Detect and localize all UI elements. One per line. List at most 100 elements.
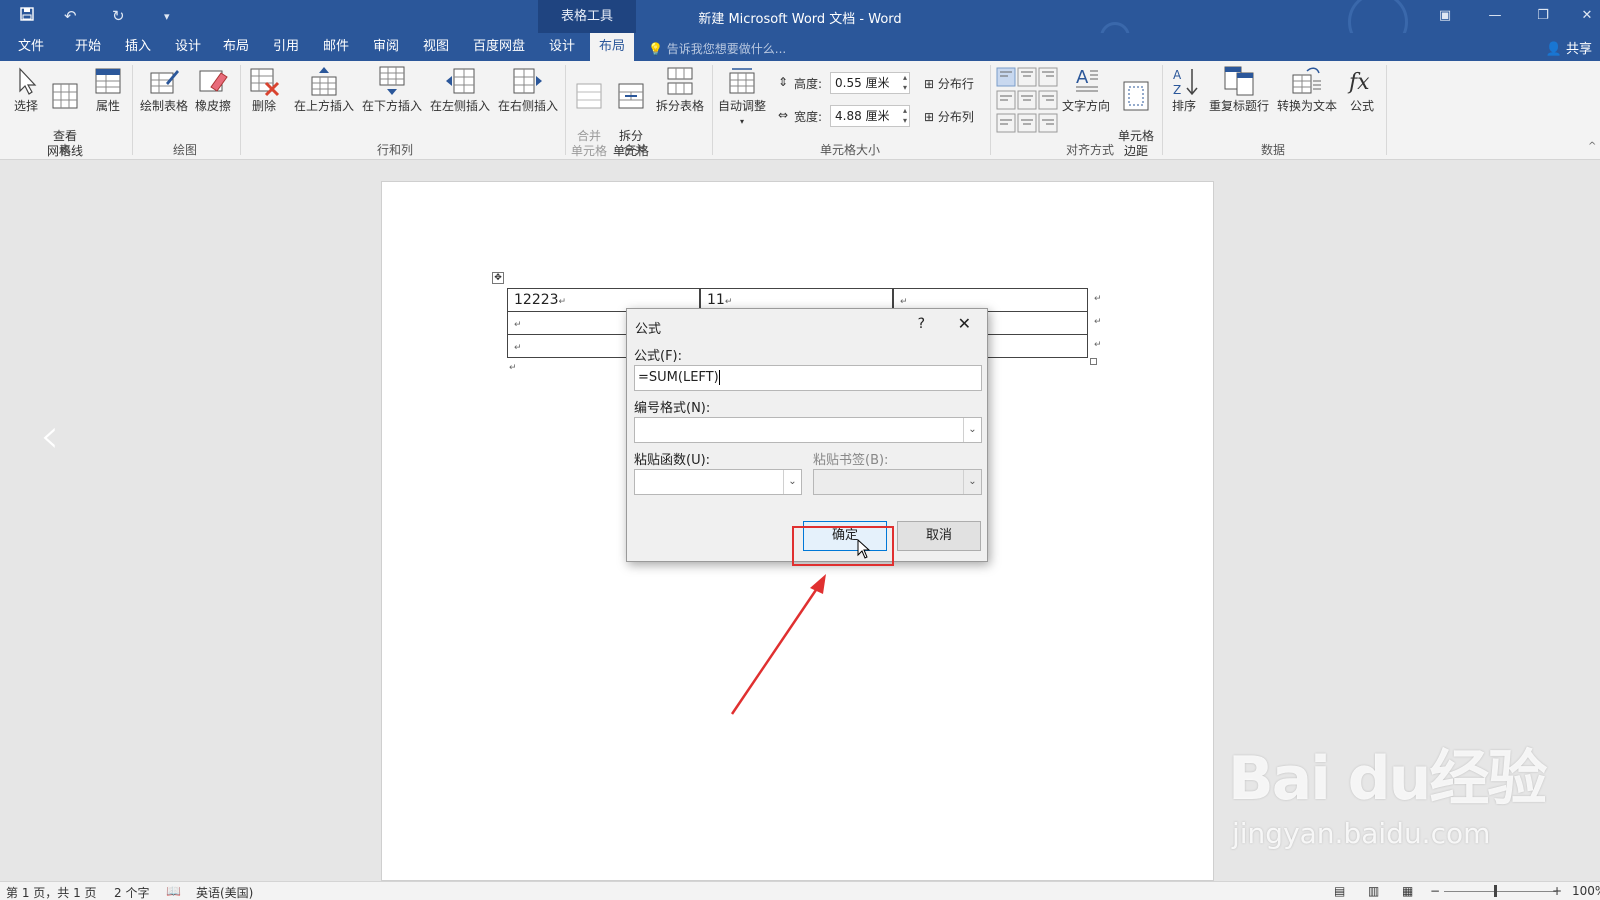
number-format-dropdown[interactable]: ⌄ [634, 417, 982, 443]
paste-bookmark-dropdown[interactable]: ⌄ [813, 469, 982, 495]
cancel-button[interactable]: 取消 [897, 521, 981, 551]
sort-button[interactable]: AZ 排序 [1166, 65, 1202, 114]
tell-me-search[interactable]: 💡 告诉我您想要做什么... [648, 40, 786, 57]
redo-icon[interactable]: ↻ [112, 7, 125, 25]
group-separator [240, 65, 241, 155]
delete-button[interactable]: 删除 [246, 65, 282, 114]
group-label-alignment: 对齐方式 [1065, 143, 1114, 157]
proofing-icon[interactable]: 📖 [166, 884, 181, 898]
properties-label: 属性 [95, 99, 120, 113]
tab-table-design[interactable]: 设计 [544, 33, 580, 61]
print-layout-icon[interactable]: ▥ [1368, 884, 1379, 898]
web-layout-icon[interactable]: ▦ [1402, 884, 1413, 898]
minimize-icon[interactable]: — [1480, 4, 1510, 28]
page-count[interactable]: 第 1 页，共 1 页 [6, 884, 97, 900]
tab-design[interactable]: 设计 [170, 33, 206, 61]
read-mode-icon[interactable]: ▤ [1334, 884, 1345, 898]
width-value: 4.88 厘米 [835, 109, 890, 123]
tab-file[interactable]: 文件 [14, 33, 48, 61]
chevron-down-icon[interactable]: ⌄ [963, 470, 981, 494]
insert-left-button[interactable]: 在左侧插入 [428, 65, 492, 114]
zoom-slider-thumb[interactable] [1494, 885, 1497, 897]
tab-review[interactable]: 审阅 [368, 33, 404, 61]
tab-references[interactable]: 引用 [268, 33, 304, 61]
language[interactable]: 英语(美国) [196, 884, 253, 900]
group-label-rows-cols: 行和列 [376, 143, 413, 157]
save-icon[interactable] [20, 7, 34, 25]
tab-mailings[interactable]: 邮件 [318, 33, 354, 61]
properties-button[interactable]: 属性 [90, 65, 126, 114]
zoom-out-icon[interactable]: − [1430, 884, 1440, 898]
eraser-icon [199, 70, 228, 92]
chevron-down-icon[interactable]: ⌄ [783, 470, 801, 494]
tab-baidu-netdisk[interactable]: 百度网盘 [468, 33, 530, 61]
spin-arrows-icon[interactable]: ▴ ▾ [903, 106, 907, 126]
svg-text:A: A [1173, 68, 1182, 82]
paragraph-mark-icon: ↵ [514, 320, 522, 330]
ribbon-display-icon[interactable]: ▣ [1430, 4, 1460, 28]
previous-arrow-icon[interactable]: ‹ [40, 408, 59, 464]
repeat-header-rows-button[interactable]: 重复标题行 [1206, 65, 1272, 114]
group-label-cell-size: 单元格大小 [819, 143, 880, 157]
table-properties-icon [95, 68, 121, 94]
paragraph-mark-icon: ↵ [509, 363, 517, 373]
close-window-icon[interactable]: ✕ [1572, 4, 1600, 28]
tab-home[interactable]: 开始 [70, 33, 106, 61]
row-end-mark-icon: ↵ [1094, 340, 1102, 350]
insert-above-button[interactable]: 在上方插入 [292, 65, 356, 114]
table-move-handle-icon[interactable]: ✥ [492, 272, 504, 284]
share-button[interactable]: 👤 共享 [1546, 38, 1592, 57]
zoom-in-icon[interactable]: + [1552, 884, 1562, 898]
zoom-level[interactable]: 100% [1572, 884, 1600, 898]
pencil-table-icon [150, 70, 179, 94]
insert-right-button[interactable]: 在右侧插入 [496, 65, 560, 114]
width-label: 宽度: [794, 110, 823, 124]
tab-table-layout[interactable]: 布局 [590, 33, 634, 61]
close-icon[interactable]: ✕ [958, 314, 971, 333]
word-count[interactable]: 2 个字 [114, 884, 149, 900]
autofit-button[interactable]: 自动调整 ▾ [714, 65, 770, 129]
cell-text: 12223 [514, 292, 559, 308]
undo-icon[interactable]: ↶ [64, 7, 77, 25]
draw-table-button[interactable]: 绘制表格 [138, 65, 190, 114]
spin-arrows-icon[interactable]: ▴ ▾ [903, 73, 907, 93]
text-direction-label: 文字方向 [1061, 99, 1110, 113]
height-stepper[interactable]: 0.55 厘米 ▴ ▾ [830, 72, 910, 94]
text-direction-button[interactable]: A 文字方向 [1060, 65, 1112, 114]
text-direction-icon: A [1076, 67, 1098, 92]
insert-below-button[interactable]: 在下方插入 [360, 65, 424, 114]
distribute-cols-button[interactable]: ⊞ 分布列 [924, 108, 974, 125]
eraser-label: 橡皮擦 [194, 99, 231, 113]
distribute-rows-button[interactable]: ⊞ 分布行 [924, 75, 974, 92]
chevron-down-icon[interactable]: ⌄ [963, 418, 981, 442]
formula-value: =SUM(LEFT) [638, 370, 719, 385]
zoom-slider[interactable] [1444, 891, 1556, 892]
table-resize-handle[interactable] [1090, 358, 1097, 365]
tab-insert[interactable]: 插入 [120, 33, 156, 61]
tab-view[interactable]: 视图 [418, 33, 454, 61]
formula-input[interactable]: =SUM(LEFT) [634, 365, 982, 391]
width-stepper[interactable]: 4.88 厘米 ▴ ▾ [830, 105, 910, 127]
restore-icon[interactable]: ❐ [1528, 4, 1558, 28]
paste-function-dropdown[interactable]: ⌄ [634, 469, 802, 495]
ribbon: 选择 查看 网格线 属性 表 绘制表格 橡皮擦 绘图 删除 在上方插入 在下方插… [0, 61, 1600, 160]
svg-text:fx: fx [1347, 70, 1370, 95]
insert-left-icon [446, 68, 475, 94]
eraser-button[interactable]: 橡皮擦 [192, 65, 234, 114]
number-format-label: 编号格式(N): [634, 401, 711, 416]
alignment-buttons-icon[interactable] [996, 67, 1058, 133]
watermark-url: jingyan.baidu.com [1232, 817, 1491, 850]
collapse-ribbon-icon[interactable]: ^ [1588, 141, 1596, 152]
formula-button[interactable]: fx 公式 [1344, 65, 1380, 114]
group-label-merge: 合并 [622, 143, 647, 157]
merge-cells-button[interactable]: 合并 单元格 [570, 65, 608, 159]
sort-az-icon: AZ [1173, 68, 1198, 97]
merge-cells-label: 合并 单元格 [570, 129, 607, 158]
group-separator [565, 65, 566, 155]
tab-layout[interactable]: 布局 [218, 33, 254, 61]
select-button[interactable]: 选择 [8, 65, 44, 114]
customize-qat-icon[interactable]: ▾ [164, 10, 170, 23]
help-icon[interactable]: ? [918, 316, 925, 332]
split-table-button[interactable]: 拆分表格 [652, 65, 708, 114]
convert-to-text-button[interactable]: 转换为文本 [1274, 65, 1340, 114]
